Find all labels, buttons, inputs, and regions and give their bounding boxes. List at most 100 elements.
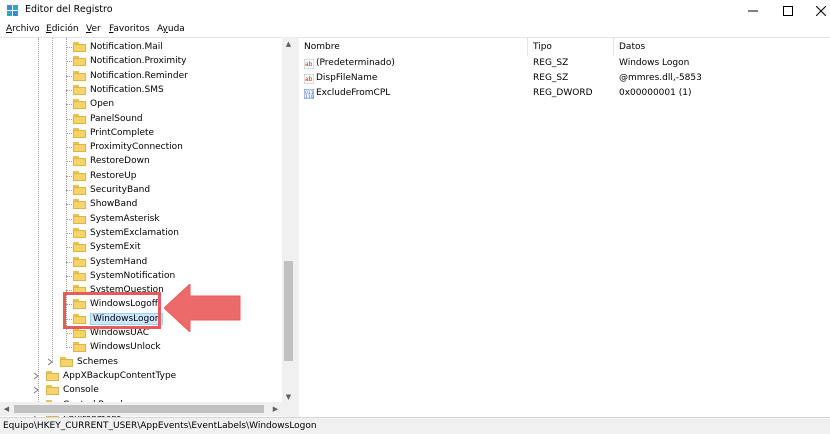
tree-scroll-thumb[interactable]: [284, 261, 293, 361]
tree-hscroll-thumb[interactable]: [14, 405, 264, 413]
tree-item-label: SystemExit: [90, 242, 141, 253]
tree-item[interactable]: Open: [73, 97, 114, 111]
svg-text:110: 110: [305, 94, 314, 99]
tree-item[interactable]: PrintComplete: [73, 126, 154, 140]
string-value-icon: ab: [304, 59, 314, 69]
menu-ayuda[interactable]: Ayuda: [157, 24, 185, 34]
list-item[interactable]: ab (Predeterminado) REG_SZ Windows Logon: [299, 57, 830, 72]
title-bar: Editor del Registro: [0, 0, 830, 22]
folder-icon: [73, 328, 86, 338]
minimize-icon: [748, 10, 758, 12]
folder-icon: [46, 385, 59, 396]
tree-item[interactable]: SystemNotification: [73, 269, 175, 283]
value-type: REG_DWORD: [533, 88, 593, 98]
value-name: ExcludeFromCPL: [316, 88, 391, 98]
maximize-icon: [783, 6, 793, 16]
tree-item[interactable]: SystemAsterisk: [73, 212, 160, 226]
folder-icon: [46, 370, 59, 381]
tree-item-label: ShowBand: [90, 199, 138, 210]
folder-icon: [73, 56, 86, 67]
folder-icon: [73, 242, 86, 253]
tree-item-label: Notification.Reminder: [90, 70, 188, 81]
chevron-right-icon[interactable]: [32, 372, 40, 380]
chevron-right-icon[interactable]: [46, 358, 54, 366]
menu-archivo[interactable]: Archivo: [6, 24, 40, 34]
tree-item[interactable]: Notification.Proximity: [73, 54, 186, 68]
tree-item[interactable]: RestoreDown: [73, 154, 150, 168]
tree-item[interactable]: SystemHand: [73, 255, 147, 269]
folder-icon: [73, 170, 86, 181]
tree-item-label: Schemes: [77, 356, 118, 367]
close-button[interactable]: [799, 0, 830, 22]
tree-item-label: WindowsUnlock: [90, 342, 161, 353]
tree-item-label: SystemNotification: [90, 270, 176, 281]
menu-edicion[interactable]: Edición: [46, 24, 79, 34]
tree-item-label: RestoreUp: [90, 170, 137, 181]
folder-icon: [73, 142, 86, 153]
tree-item[interactable]: ProximityConnection: [73, 140, 183, 154]
tree-item-label: Notification.Proximity: [90, 56, 187, 67]
tree-item[interactable]: Notification.Reminder: [73, 69, 188, 83]
tree-item[interactable]: Notification.SMS: [73, 83, 164, 97]
tree-item-label: Notification.Mail: [90, 42, 163, 52]
folder-icon: [73, 42, 86, 52]
value-name: (Predeterminado): [316, 58, 395, 68]
tree-item[interactable]: WindowsUnlock: [73, 340, 161, 354]
tree-item[interactable]: RestoreUp: [73, 169, 136, 183]
folder-icon: [73, 70, 86, 81]
scroll-right-icon[interactable]: ▶: [269, 402, 282, 415]
list-item[interactable]: 011 110 ExcludeFromCPL REG_DWORD 0x000000…: [299, 87, 830, 102]
tree-item[interactable]: Notification.Mail: [73, 40, 163, 54]
chevron-right-icon[interactable]: [32, 386, 40, 394]
current-key-path: Equipo\HKEY_CURRENT_USER\AppEvents\Event…: [3, 421, 317, 431]
value-type: REG_SZ: [533, 58, 569, 68]
tree-item[interactable]: SecurityBand: [73, 183, 150, 197]
tree-item[interactable]: PanelSound: [73, 112, 143, 126]
tree-item[interactable]: AppXBackupContentType: [33, 369, 177, 383]
folder-icon: [73, 213, 86, 224]
column-header-name[interactable]: Nombre: [299, 38, 528, 56]
value-data: 0x00000001 (1): [619, 88, 692, 98]
tree-item-label: Console: [63, 385, 99, 396]
svg-text:ab: ab: [305, 76, 313, 83]
svg-text:ab: ab: [305, 61, 313, 68]
tree-item[interactable]: SystemExclamation: [73, 226, 179, 240]
folder-icon: [73, 185, 86, 195]
tree-horizontal-scrollbar[interactable]: ◀ ▶: [0, 402, 282, 416]
folder-icon: [73, 84, 86, 95]
value-type: REG_SZ: [533, 73, 569, 83]
menu-ver[interactable]: Ver: [86, 24, 101, 34]
highlight-box: [63, 292, 161, 329]
menu-bar: Archivo Edición Ver Favoritos Ayuda: [0, 22, 830, 37]
menu-favoritos[interactable]: Favoritos: [109, 24, 150, 34]
tree-item-label: PrintComplete: [90, 127, 155, 138]
tree-item[interactable]: Console: [33, 383, 99, 397]
folder-icon: [73, 113, 86, 124]
close-icon: [816, 6, 826, 16]
folder-icon: [60, 356, 73, 367]
window-title: Editor del Registro: [25, 4, 113, 15]
tree-item-label: AppXBackupContentType: [63, 370, 177, 381]
scroll-left-icon[interactable]: ◀: [0, 402, 13, 415]
folder-icon: [73, 227, 86, 238]
scroll-down-icon[interactable]: ▼: [282, 390, 295, 403]
folder-icon: [73, 99, 86, 110]
tree-item[interactable]: SystemExit: [73, 240, 141, 254]
tree-item[interactable]: ShowBand: [73, 197, 137, 211]
string-value-icon: ab: [304, 74, 314, 84]
tree-vertical-scrollbar[interactable]: ▲ ▼: [282, 37, 295, 417]
tree-item-label: Open: [90, 99, 115, 110]
tree-item[interactable]: Schemes: [47, 355, 118, 369]
key-tree[interactable]: Notification.Mail Notification.Proximity N…: [0, 37, 295, 417]
column-header-data[interactable]: Datos: [614, 38, 830, 56]
values-list[interactable]: Nombre Tipo Datos ab (Predeterminado) RE…: [299, 37, 830, 417]
list-item[interactable]: ab DispFileName REG_SZ @mmres.dll,-5853: [299, 72, 830, 87]
folder-icon: [73, 156, 86, 167]
status-bar: Equipo\HKEY_CURRENT_USER\AppEvents\Event…: [0, 417, 830, 434]
tree-item-label: ProximityConnection: [90, 142, 183, 153]
annotation-arrow-icon: [164, 284, 241, 332]
value-data: @mmres.dll,-5853: [619, 73, 702, 83]
folder-icon: [73, 342, 86, 353]
scroll-up-icon[interactable]: ▲: [282, 37, 295, 50]
column-header-type[interactable]: Tipo: [528, 38, 614, 56]
